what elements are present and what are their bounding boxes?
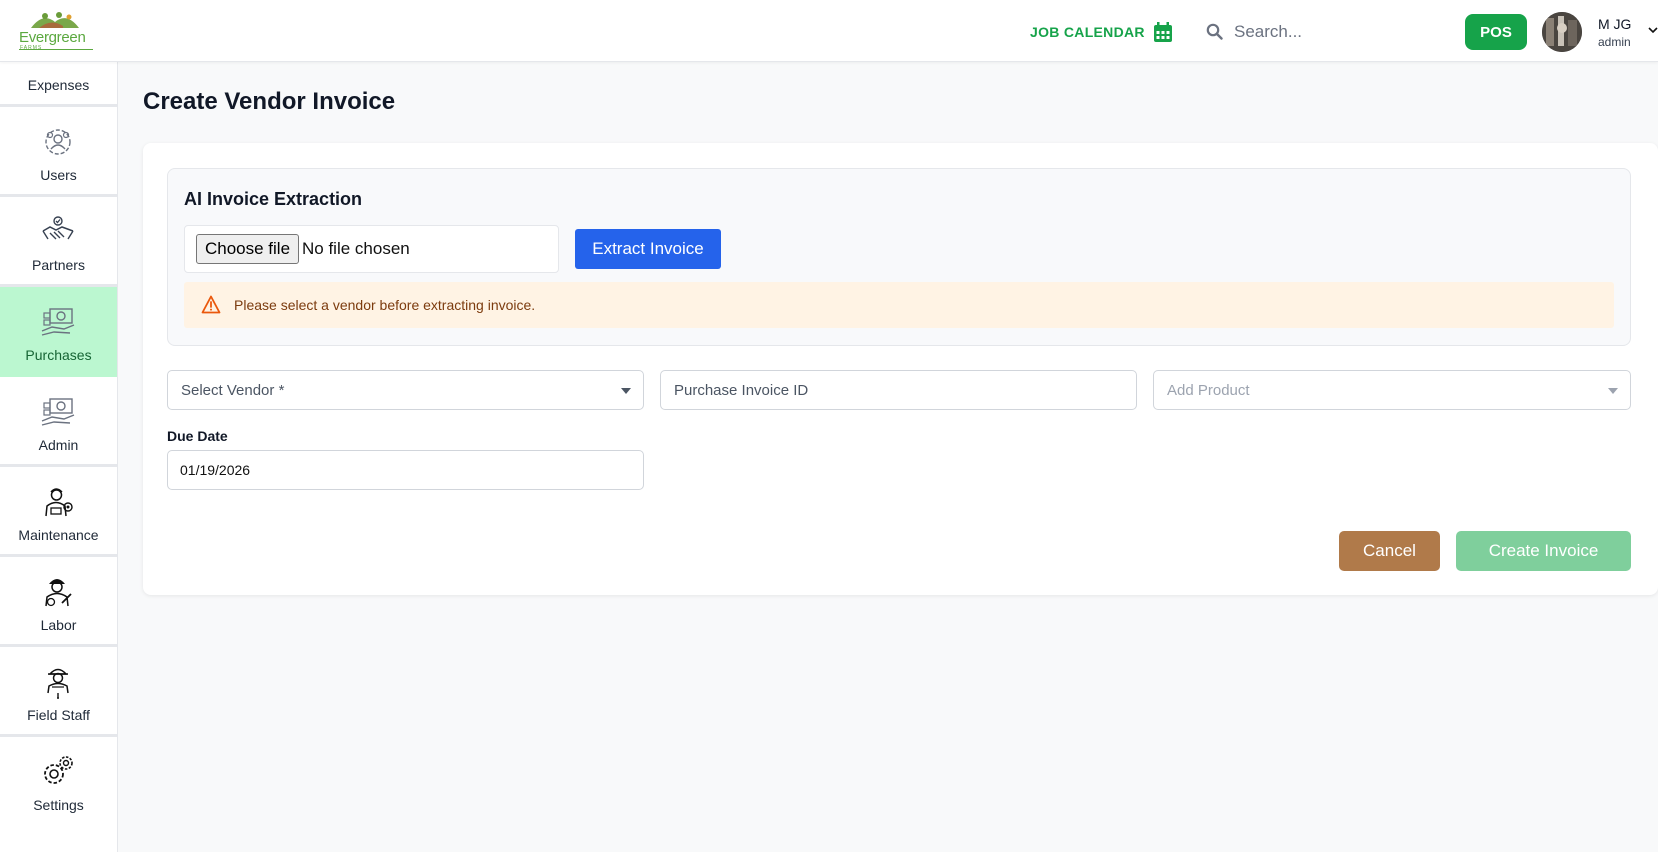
avatar[interactable] — [1542, 12, 1582, 52]
sidebar-item-field-staff[interactable]: Field Staff — [0, 647, 117, 737]
sidebar-item-label: Partners — [32, 257, 85, 273]
file-status-text: No file chosen — [302, 239, 410, 258]
users-gear-icon — [45, 129, 71, 155]
purchase-invoice-id-placeholder: Purchase Invoice ID — [674, 382, 809, 399]
ai-extraction-title: AI Invoice Extraction — [184, 189, 363, 209]
page-title: Create Vendor Invoice — [143, 88, 396, 115]
top-bar: Evergreen FARMS JOB CALENDAR POS — [0, 0, 1658, 62]
sidebar: Expenses Users Partners Purchases Admin … — [0, 62, 118, 852]
sidebar-item-label: Expenses — [27, 77, 90, 93]
field-staff-icon — [47, 668, 69, 699]
sidebar-item-label: Admin — [38, 437, 79, 453]
sidebar-item-settings[interactable]: Settings — [0, 737, 117, 827]
logo-hills-icon — [31, 12, 79, 28]
gear-icon — [44, 756, 73, 784]
search-icon — [1206, 23, 1223, 40]
create-invoice-button[interactable]: Create Invoice — [1456, 531, 1631, 571]
pos-button[interactable]: POS — [1465, 14, 1527, 50]
vendor-select[interactable]: Select Vendor * — [167, 370, 644, 410]
purchases-icon — [41, 308, 75, 336]
job-calendar-label: JOB CALENDAR — [1030, 24, 1145, 40]
sidebar-item-partners[interactable]: Partners — [0, 197, 117, 287]
sidebar-item-label: Labor — [40, 617, 77, 633]
brand-logo[interactable]: Evergreen FARMS — [17, 10, 95, 54]
handshake-icon — [42, 216, 74, 240]
sidebar-item-purchases[interactable]: Purchases — [0, 287, 117, 377]
sidebar-item-admin[interactable]: Admin — [0, 377, 117, 467]
sidebar-item-label: Users — [40, 167, 77, 183]
sidebar-item-users[interactable]: Users — [0, 107, 117, 197]
caret-down-icon — [1608, 388, 1618, 394]
vendor-select-placeholder: Select Vendor * — [181, 382, 285, 399]
extract-invoice-button[interactable]: Extract Invoice — [575, 229, 721, 269]
sidebar-item-expenses[interactable]: Expenses — [0, 62, 117, 107]
add-product-select[interactable]: Add Product — [1153, 370, 1631, 410]
search-input[interactable] — [1224, 14, 1442, 50]
admin-icon — [41, 398, 75, 426]
sidebar-item-labor[interactable]: Labor — [0, 557, 117, 647]
job-calendar-link[interactable]: JOB CALENDAR — [1030, 20, 1173, 44]
labor-worker-icon — [45, 579, 72, 607]
sidebar-item-label: Maintenance — [18, 527, 99, 543]
choose-file-button[interactable]: Choose file — [196, 234, 299, 264]
vendor-warning-alert: Please select a vendor before extracting… — [184, 282, 1614, 328]
cancel-button[interactable]: Cancel — [1339, 531, 1440, 571]
sidebar-item-label: Settings — [33, 797, 84, 813]
user-name: M JG — [1598, 16, 1632, 32]
user-role: admin — [1598, 35, 1631, 49]
calendar-icon — [1153, 22, 1172, 42]
user-photo-icon — [1542, 12, 1582, 52]
warning-icon — [201, 295, 221, 314]
sidebar-item-label: Purchases — [25, 347, 92, 363]
sidebar-item-maintenance[interactable]: Maintenance — [0, 467, 117, 557]
warning-text: Please select a vendor before extracting… — [234, 297, 536, 313]
chevron-down-icon[interactable] — [1648, 26, 1658, 34]
maintenance-worker-icon — [45, 488, 73, 517]
caret-down-icon — [621, 388, 631, 394]
brand-name: Evergreen — [19, 29, 86, 46]
purchase-invoice-id-input[interactable]: Purchase Invoice ID — [660, 370, 1137, 410]
due-date-input[interactable] — [167, 450, 644, 490]
sidebar-item-label: Field Staff — [27, 707, 90, 723]
user-menu[interactable]: M JG admin — [1598, 16, 1631, 49]
add-product-placeholder: Add Product — [1167, 382, 1250, 399]
due-date-label: Due Date — [167, 428, 228, 444]
brand-subtitle: FARMS — [20, 45, 43, 51]
search-bar — [1198, 14, 1442, 50]
